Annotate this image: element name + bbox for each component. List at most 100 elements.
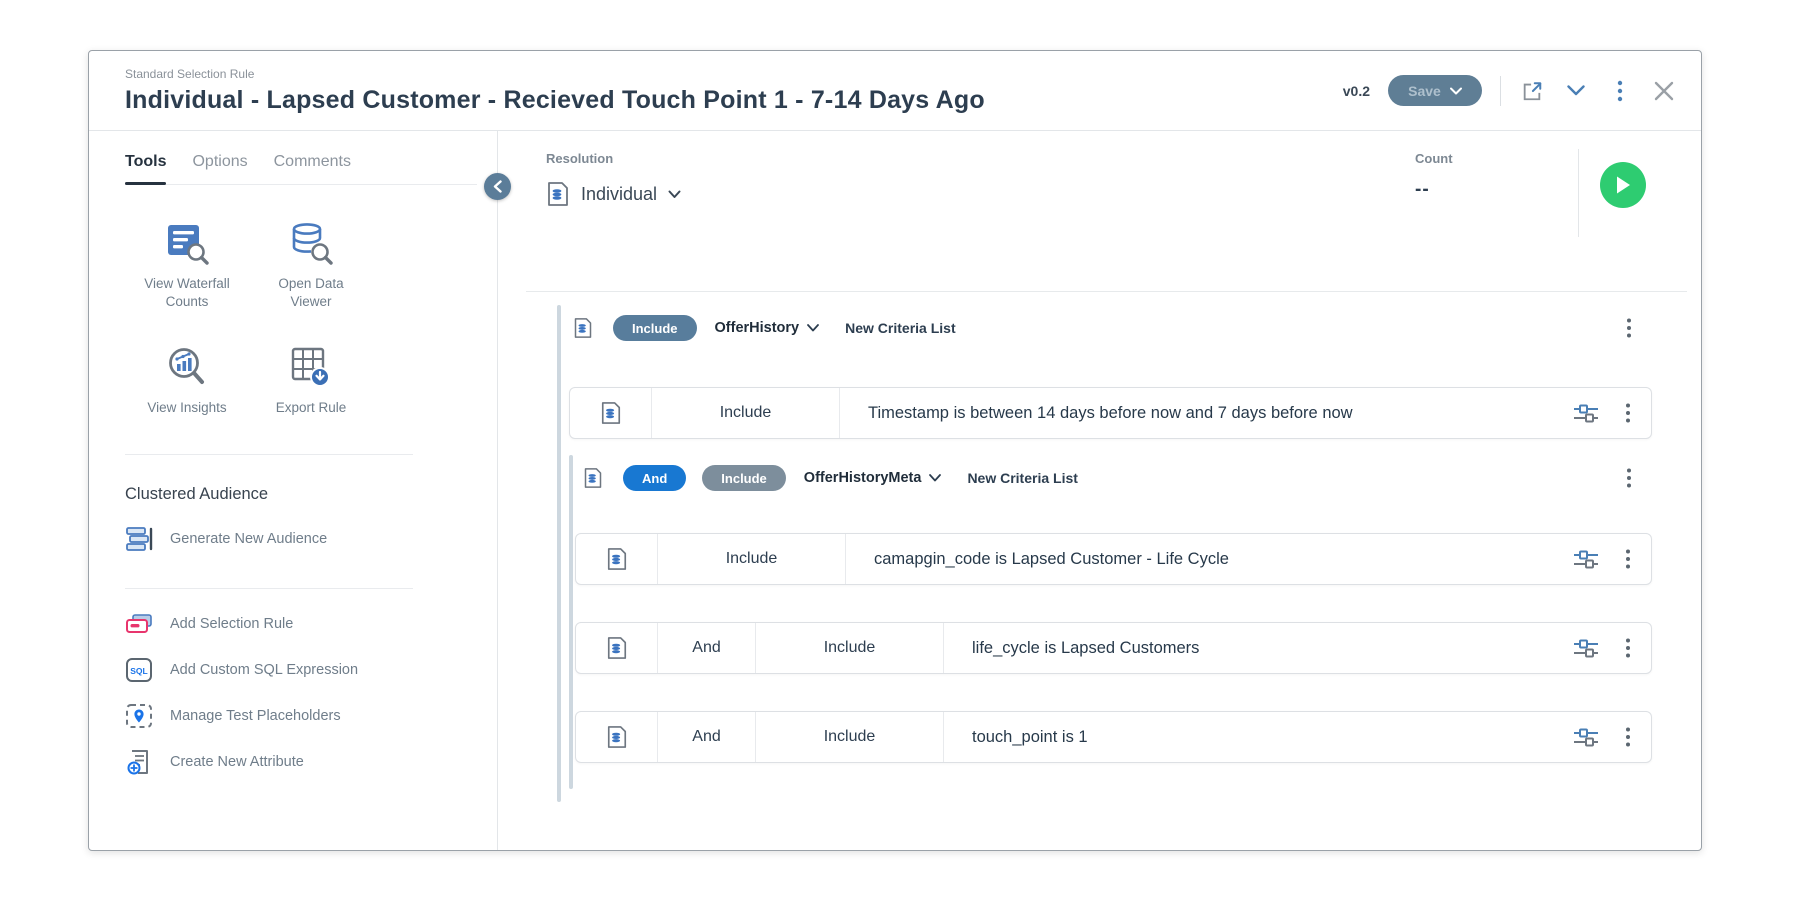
criteria-tree: Include OfferHistory New Criteria List [557, 305, 1652, 802]
chevron-left-icon [493, 180, 502, 193]
header-divider [1500, 76, 1501, 106]
close-dialog-button[interactable] [1651, 78, 1677, 104]
header-more-options-button[interactable] [1607, 78, 1633, 104]
count-divider [1578, 149, 1579, 237]
run-count-button[interactable] [1600, 162, 1646, 208]
audience-stack-icon [125, 526, 153, 552]
close-icon [1654, 81, 1674, 101]
open-in-new-window-button[interactable] [1519, 78, 1545, 104]
manage-test-placeholders-button[interactable]: Manage Test Placeholders [125, 693, 497, 739]
edit-criteria-sliders-icon[interactable] [1573, 725, 1599, 749]
table-document-icon [606, 636, 628, 660]
export-rule-icon [288, 345, 334, 389]
add-custom-sql-expression-button[interactable]: SQL Add Custom SQL Expression [125, 647, 497, 693]
play-icon [1614, 175, 1632, 195]
resolution-selector[interactable]: Individual [546, 181, 1701, 207]
insights-icon [164, 345, 210, 389]
include-badge[interactable]: Include [702, 465, 786, 491]
tool-label: View Waterfall Counts [132, 275, 242, 311]
criteria-text: Timestamp is between 14 days before now … [840, 388, 1573, 438]
row-more-options-button[interactable] [1625, 402, 1631, 424]
count-value: -- [1415, 179, 1453, 201]
row-operator-cell: Include [658, 534, 846, 584]
collapse-dialog-button[interactable] [1563, 78, 1589, 104]
criteria-group-header: And Include OfferHistoryMeta New Criteri… [575, 455, 1652, 501]
collapse-sidebar-button[interactable] [484, 173, 511, 200]
table-document-icon [546, 181, 570, 207]
sidebar-item-label: Manage Test Placeholders [170, 708, 341, 724]
criteria-text: camapgin_code is Lapsed Customer - Life … [846, 534, 1573, 584]
criteria-row[interactable]: Include Timestamp is between 14 days bef… [569, 387, 1652, 439]
criteria-row[interactable]: Include camapgin_code is Lapsed Customer… [575, 533, 1652, 585]
row-icon-cell [576, 712, 658, 762]
edit-criteria-sliders-icon[interactable] [1573, 401, 1599, 425]
group-accent-bar [569, 455, 573, 789]
chevron-down-icon[interactable] [807, 324, 819, 332]
open-data-viewer-button[interactable]: Open Data Viewer [249, 221, 373, 311]
view-insights-button[interactable]: View Insights [125, 345, 249, 417]
table-document-icon [606, 725, 628, 749]
resolution-value: Individual [581, 184, 657, 205]
group-more-options-button[interactable] [1626, 467, 1632, 489]
table-document-icon [583, 467, 603, 489]
kebab-menu-icon [1617, 79, 1623, 103]
export-rule-button[interactable]: Export Rule [249, 345, 373, 417]
data-viewer-icon [288, 221, 334, 265]
group-accent-bar [557, 305, 561, 802]
waterfall-counts-icon [164, 221, 210, 265]
entity-name[interactable]: OfferHistory [715, 320, 800, 336]
group-more-options-button[interactable] [1626, 317, 1632, 339]
rule-canvas: Resolution Individual Count -- [498, 131, 1701, 850]
version-label: v0.2 [1343, 83, 1370, 99]
tab-comments[interactable]: Comments [274, 153, 351, 171]
sql-icon-text: SQL [130, 666, 147, 676]
selection-rule-dialog: Standard Selection Rule Individual - Lap… [88, 50, 1702, 851]
chevron-down-icon [1567, 85, 1585, 96]
nested-criteria-group: And Include OfferHistoryMeta New Criteri… [569, 455, 1652, 789]
tab-tools[interactable]: Tools [125, 153, 166, 171]
save-chevron-down-icon [1450, 87, 1462, 95]
view-waterfall-counts-button[interactable]: View Waterfall Counts [125, 221, 249, 311]
generate-new-audience-button[interactable]: Generate New Audience [125, 526, 497, 552]
new-criteria-list-link[interactable]: New Criteria List [967, 470, 1077, 486]
save-button[interactable]: Save [1388, 75, 1482, 106]
chevron-down-icon [668, 190, 681, 199]
table-document-icon [606, 547, 628, 571]
row-more-options-button[interactable] [1625, 637, 1631, 659]
edit-criteria-sliders-icon[interactable] [1573, 636, 1599, 660]
tool-label: View Insights [147, 399, 226, 417]
row-more-options-button[interactable] [1625, 726, 1631, 748]
placeholder-pin-icon [125, 703, 153, 729]
criteria-row[interactable]: And Include touch_point is 1 [575, 711, 1652, 763]
criteria-text: touch_point is 1 [944, 712, 1573, 762]
sidebar-item-label: Add Custom SQL Expression [170, 662, 358, 678]
and-badge[interactable]: And [623, 465, 686, 491]
add-selection-rule-icon [125, 612, 153, 636]
new-criteria-list-link[interactable]: New Criteria List [845, 320, 955, 336]
create-new-attribute-button[interactable]: Create New Attribute [125, 739, 497, 785]
row-icon-cell [576, 623, 658, 673]
tool-label: Open Data Viewer [256, 275, 366, 311]
chevron-down-icon[interactable] [929, 474, 941, 482]
add-selection-rule-button[interactable]: Add Selection Rule [125, 601, 497, 647]
row-operator-cell: Include [756, 712, 944, 762]
row-icon-cell [570, 388, 652, 438]
tab-options[interactable]: Options [192, 153, 247, 171]
rule-type-label: Standard Selection Rule [125, 67, 985, 81]
include-badge[interactable]: Include [613, 315, 697, 341]
resolution-label: Resolution [546, 151, 1701, 166]
resolution-divider [526, 291, 1687, 292]
row-more-options-button[interactable] [1625, 548, 1631, 570]
sidebar-item-label: Generate New Audience [170, 531, 327, 547]
row-operator-cell: Include [652, 388, 840, 438]
sidebar-divider [125, 454, 413, 455]
create-attribute-icon [125, 749, 153, 775]
clustered-audience-heading: Clustered Audience [125, 485, 497, 504]
dialog-header: Standard Selection Rule Individual - Lap… [89, 51, 1701, 131]
tools-sidebar: Tools Options Comments [89, 131, 498, 850]
row-operator-cell: Include [756, 623, 944, 673]
entity-name[interactable]: OfferHistoryMeta [804, 470, 922, 486]
criteria-row[interactable]: And Include life_cycle is Lapsed Custome… [575, 622, 1652, 674]
row-conjunction-cell: And [658, 623, 756, 673]
edit-criteria-sliders-icon[interactable] [1573, 547, 1599, 571]
